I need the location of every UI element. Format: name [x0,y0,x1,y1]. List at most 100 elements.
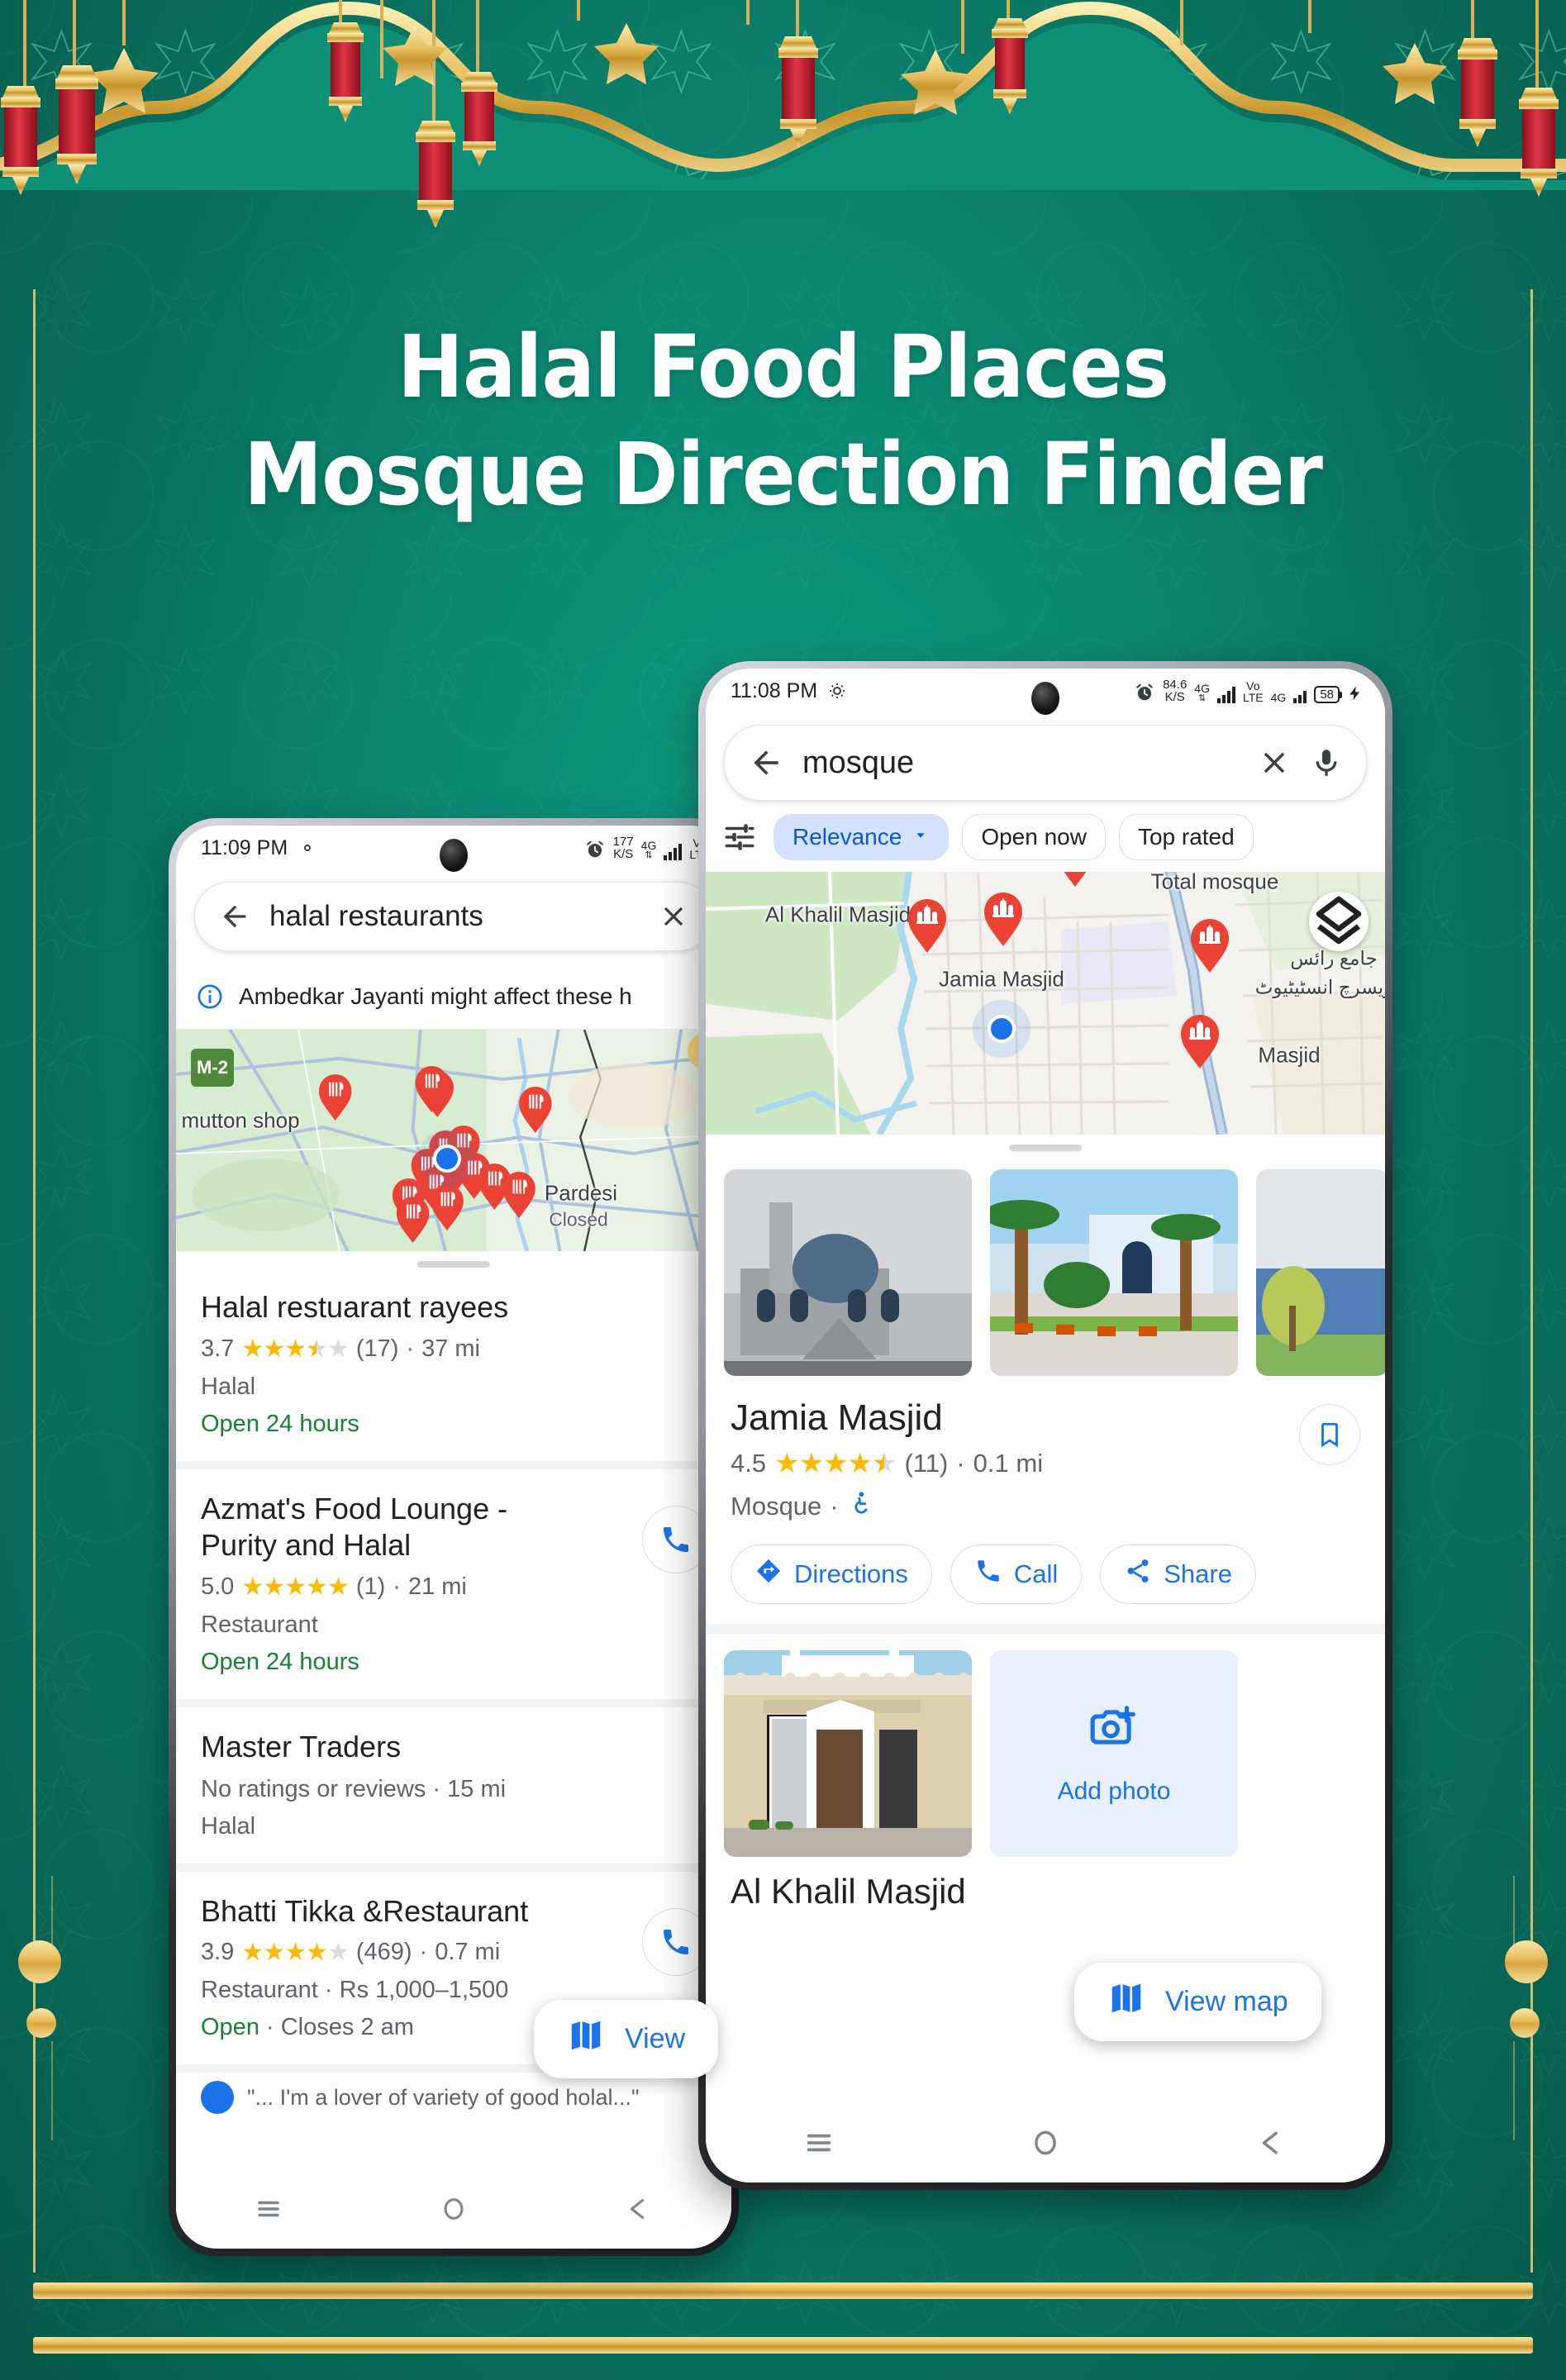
right-search-query[interactable]: mosque [802,745,1239,781]
distance: 0.1 mi [973,1449,1044,1478]
place-category: Halal [201,1373,256,1400]
back-arrow-icon[interactable] [748,745,784,781]
bottom-sheet-handle[interactable] [417,1261,490,1268]
back-arrow-icon[interactable] [218,900,251,933]
bottom-sheet-handle[interactable] [1009,1145,1082,1151]
place-hours: Open 24 hours [201,1410,359,1437]
review-count: (469) [355,1939,412,1966]
review-snippet: "... I'm a lover of variety of good hola… [247,2084,640,2110]
network-type-4g-1: 4G ⇅ [1194,682,1210,703]
frame-accent-line [1513,2041,1515,2140]
save-button[interactable] [1299,1404,1360,1465]
right-phone-mockup: 11:08 PM 84.6 K/S 4G ⇅ Vo LTE 4G 58 mosq… [698,661,1392,2190]
list-item[interactable]: Halal restuarant rayees 3.7 ★★★ ★ ★ (17) ·… [176,1268,731,1469]
view-map-label: View [625,2023,686,2054]
place-hours: Open 24 hours [201,1648,359,1675]
phone-icon [974,1557,1002,1592]
network-type-4g: 4G ⇅ [640,839,657,860]
menu-icon[interactable] [245,2186,292,2232]
detail-place-name: Jamia Masjid [731,1397,943,1438]
layers-icon[interactable] [1309,892,1368,951]
left-android-nav-bar [176,2169,731,2249]
close-icon[interactable] [1257,745,1292,780]
back-triangle-icon[interactable] [1249,2120,1295,2166]
chip-top-rated[interactable]: Top rated [1118,814,1254,860]
place-photo-strip[interactable] [706,1151,1385,1376]
gold-circle-ornament [26,2008,56,2038]
frame-accent-line [51,2041,53,2140]
gold-divider-bar [33,2337,1533,2354]
star-rating-icons: ★★★★★ [241,1335,349,1363]
add-photo-icon [1088,1702,1140,1759]
gold-circle-ornament [1510,2008,1540,2038]
chip-open-now[interactable]: Open now [962,814,1106,860]
review-count: (11) [904,1449,949,1478]
bolt-icon [1347,683,1364,703]
share-button[interactable]: Share [1100,1545,1256,1604]
directions-button[interactable]: Directions [731,1545,932,1604]
section-divider [706,1624,1385,1634]
place-detail-card: Jamia Masjid 4.5 ★★★★ ★ (11) · 0.1 mi Mos… [706,1376,1385,1612]
alarm-icon [1134,682,1155,703]
map-icon [1107,1979,1145,2025]
rating-value: 3.7 [201,1335,235,1362]
title-line-2: Mosque Direction Finder [243,424,1323,525]
place-name: Master Traders [201,1729,402,1764]
title-line-1: Halal Food Places [397,317,1169,417]
left-map-view[interactable]: M-2 mutton shop Pardesi Closed [176,1030,731,1251]
star-rating-icons: ★★★★★ [241,1573,349,1601]
current-location-dot [433,1145,461,1173]
signal-bars-icon-2 [1293,687,1307,703]
view-map-button-right[interactable]: View map [1074,1963,1321,2041]
place-photo[interactable] [724,1169,972,1376]
volte-indicator: Vo LTE [1242,679,1264,704]
list-item[interactable]: Azmat's Food Lounge - Purity and Halal 5… [176,1468,731,1707]
holiday-info-banner[interactable]: Ambedkar Jayanti might affect these h [176,964,731,1030]
poster-canvas: Halal Food Places Mosque Direction Finde… [0,0,1566,2380]
rating-value: 5.0 [201,1573,235,1600]
home-circle-icon[interactable] [431,2186,477,2232]
place-photo[interactable] [724,1650,972,1857]
place-name: Azmat's Food Lounge - Purity and Halal [201,1491,508,1563]
status-time: 11:08 PM [731,678,818,702]
review-count: (1) [355,1573,386,1600]
call-button[interactable]: Call [950,1545,1083,1604]
place-photo[interactable] [990,1169,1238,1376]
info-icon [196,983,224,1011]
back-triangle-icon[interactable] [616,2186,662,2232]
home-circle-icon[interactable] [1022,2120,1069,2166]
chevron-down-icon [912,824,930,850]
add-photo-label: Add photo [1057,1778,1171,1805]
place-name: Bhatti Tikka &Restaurant [201,1893,529,1928]
front-camera-punch-hole [440,839,468,872]
chip-relevance[interactable]: Relevance [773,814,950,860]
star-rating-icons: ★★★★★ [774,1448,897,1479]
right-search-bar[interactable]: mosque [724,725,1367,801]
place-rating-row: 5.0 ★★★★★ (1) · 21 mi [201,1573,467,1601]
left-map-pins [318,1066,552,1243]
view-map-button-left[interactable]: View [534,2000,719,2078]
add-photo-tile[interactable]: Add photo [990,1650,1238,1857]
microphone-icon[interactable] [1310,746,1343,779]
detail-action-buttons: Directions Call Share [731,1545,1360,1604]
close-icon[interactable] [658,901,689,932]
tune-icon[interactable] [722,820,757,854]
wheelchair-icon [847,1490,873,1523]
right-map-view[interactable]: Al Khalil Masjid Jamia Masjid Total mosq… [706,872,1385,1135]
avatar [201,2081,234,2115]
banner-text: Ambedkar Jayanti might affect these h [239,983,632,1009]
phone-icon [664,1526,688,1552]
place-name: Halal restuarant rayees [201,1290,509,1324]
share-icon [1124,1557,1152,1592]
menu-icon[interactable] [796,2120,842,2166]
front-camera-punch-hole [1031,682,1059,715]
rating-value: 4.5 [731,1449,767,1478]
left-search-query[interactable]: halal restaurants [269,900,640,933]
list-item[interactable]: Master Traders No ratings or reviews · 1… [176,1706,731,1872]
next-place-photo-strip[interactable]: Add photo [706,1634,1385,1857]
hanging-lanterns [1,0,1559,228]
left-search-bar[interactable]: halal restaurants [194,882,713,951]
bookmark-icon [1321,1422,1338,1448]
right-map-pins [908,872,1229,1069]
place-photo[interactable] [1256,1169,1385,1376]
